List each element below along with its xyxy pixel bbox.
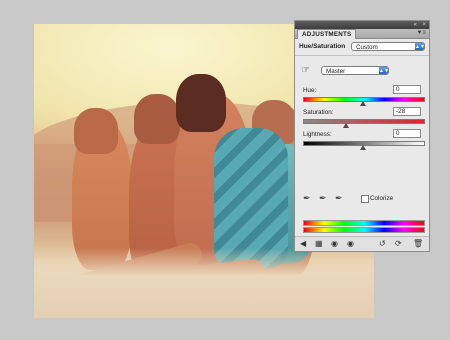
lightness-input[interactable]: 0 bbox=[393, 129, 421, 138]
reset-icon[interactable]: ⟳ bbox=[395, 239, 402, 249]
photo-person-2-head bbox=[134, 94, 180, 144]
output-color-spectrum-bar bbox=[303, 227, 425, 233]
back-arrow-icon[interactable]: ◀ bbox=[300, 239, 306, 249]
saturation-label: Saturation: bbox=[303, 109, 334, 116]
close-panel-icon[interactable]: × bbox=[422, 21, 426, 29]
saturation-slider-track[interactable] bbox=[303, 119, 425, 124]
channel-dropdown[interactable]: Master ▲▼ bbox=[321, 66, 389, 75]
adjustment-title: Hue/Saturation bbox=[299, 43, 346, 50]
visibility-eye-icon[interactable]: ◉ bbox=[347, 239, 354, 249]
channel-value: Master bbox=[326, 68, 346, 75]
panel-footer: ◀ ▦ ◉ ◉ ↺ ⟳ 🗑 bbox=[295, 236, 429, 251]
hue-label: Hue: bbox=[303, 87, 317, 94]
previous-state-icon[interactable]: ↺ bbox=[379, 239, 386, 249]
chevron-updown-icon: ▲▼ bbox=[379, 67, 389, 74]
chevron-updown-icon: ▲▼ bbox=[415, 43, 425, 50]
preset-value: Custom bbox=[356, 44, 378, 51]
photo-towel bbox=[214, 128, 288, 268]
lightness-label: Lightness: bbox=[303, 131, 332, 138]
hue-slider-thumb[interactable] bbox=[360, 101, 366, 106]
colorize-checkbox[interactable] bbox=[361, 195, 369, 203]
photoshop-workspace: « × ADJUSTMENTS ▼≡ Hue/Saturation Custom… bbox=[0, 0, 450, 340]
adjustments-panel: « × ADJUSTMENTS ▼≡ Hue/Saturation Custom… bbox=[294, 20, 430, 252]
photo-person-1-head bbox=[74, 108, 118, 154]
input-color-spectrum-bar bbox=[303, 220, 425, 226]
clip-layer-icon[interactable]: ◉ bbox=[331, 239, 338, 249]
saturation-slider-thumb[interactable] bbox=[343, 123, 350, 128]
eyedropper-plus-icon[interactable]: ✒ bbox=[319, 193, 327, 203]
lightness-slider-thumb[interactable] bbox=[360, 145, 366, 150]
eyedropper-icon[interactable]: ✒ bbox=[303, 193, 311, 203]
trash-icon[interactable]: 🗑 bbox=[413, 239, 423, 249]
adjustment-header: Hue/Saturation Custom ▲▼ bbox=[295, 39, 429, 56]
panel-tab-row: ADJUSTMENTS ▼≡ bbox=[295, 29, 429, 39]
hand-icon[interactable]: ☞ bbox=[301, 65, 313, 77]
colorize-label: Colorize bbox=[370, 195, 394, 202]
expand-icon[interactable]: ▦ bbox=[315, 239, 323, 249]
eyedropper-minus-icon[interactable]: ✒ bbox=[335, 193, 343, 203]
photo-person-3-head bbox=[176, 74, 226, 132]
photo-sand bbox=[34, 248, 374, 318]
panel-menu-icon[interactable]: ▼≡ bbox=[417, 30, 426, 37]
saturation-input[interactable]: -28 bbox=[393, 107, 421, 116]
panel-titlebar[interactable]: « × bbox=[295, 21, 429, 29]
hue-input[interactable]: 0 bbox=[393, 85, 421, 94]
tab-adjustments[interactable]: ADJUSTMENTS bbox=[297, 29, 357, 39]
preset-dropdown[interactable]: Custom ▲▼ bbox=[351, 42, 425, 51]
collapse-panel-icon[interactable]: « bbox=[414, 21, 417, 29]
